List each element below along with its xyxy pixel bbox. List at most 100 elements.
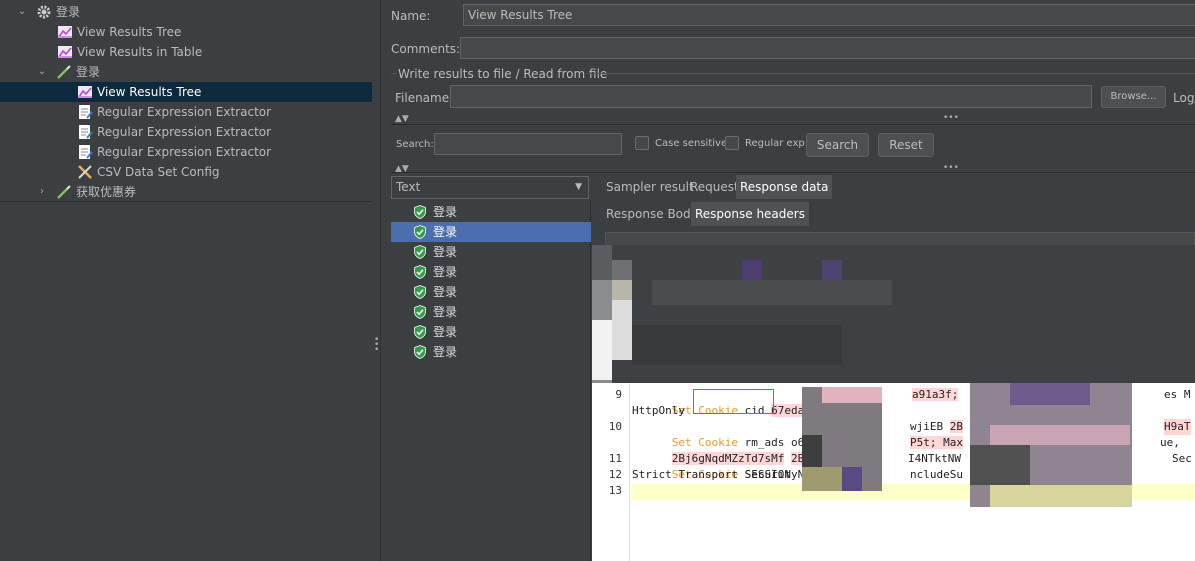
line-number: 10 [608, 420, 622, 433]
browse-button[interactable]: Browse... [1101, 86, 1166, 108]
sample-result-item[interactable]: 登录 [391, 262, 591, 282]
redacted-block [842, 467, 862, 491]
renderer-select[interactable]: Text ▼ [391, 176, 589, 199]
code-text: ue, [1160, 436, 1180, 449]
tab-response-headers[interactable]: Response headers [691, 202, 809, 226]
filename-label: Filename [395, 91, 450, 105]
sample-result-label: 登录 [433, 225, 458, 239]
divider [391, 172, 1195, 173]
name-label: Name: [391, 9, 431, 23]
tree-node-sampler-login[interactable]: 登录 [56, 62, 100, 82]
search-input[interactable] [434, 133, 622, 155]
chevron-right-icon[interactable]: › [36, 182, 48, 202]
line-number: 11 [608, 452, 622, 465]
tree-node-regex-extractor[interactable]: Regular Expression Extractor [77, 102, 271, 122]
redacted-region [592, 245, 1195, 383]
tree-node-label: View Results in Table [77, 45, 203, 59]
pipette-icon [57, 64, 71, 79]
tab-response-body[interactable]: Response Body [602, 202, 702, 226]
tree-node-view-results-tree-selected[interactable]: View Results Tree [77, 82, 201, 102]
code-text: I4NTktNW [908, 452, 961, 465]
chart-icon [58, 45, 72, 58]
filename-field[interactable] [450, 85, 1092, 108]
csdn-watermark: CSDN @不知名的吴先森 [967, 534, 1169, 555]
tab-request[interactable]: Request [686, 175, 743, 199]
regular-exp-checkbox[interactable] [725, 136, 739, 150]
fieldset-border [391, 73, 397, 74]
sample-result-item[interactable]: 登录 [391, 302, 591, 322]
tools-icon [78, 164, 92, 179]
sample-result-label: 登录 [433, 245, 458, 259]
reset-button[interactable]: Reset [878, 133, 934, 157]
tree-node-label: 登录 [56, 5, 81, 19]
sample-results-list[interactable]: 登录 登录 登录 登录 登录 登录 登录 登录 [391, 200, 591, 561]
search-button[interactable]: Search [806, 133, 869, 157]
code-text: P5t; Max [910, 435, 963, 451]
sample-result-label: 登录 [433, 325, 458, 339]
drag-handle-icon: • • • [374, 335, 380, 355]
success-shield-icon [414, 325, 426, 339]
sample-result-item[interactable]: 登录 [391, 202, 591, 222]
comments-label: Comments: [391, 42, 461, 56]
gear-icon [37, 5, 51, 18]
document-icon [79, 104, 93, 119]
line-number: 12 [608, 468, 622, 481]
highlighted-match: H9aT [1164, 419, 1191, 435]
comments-field[interactable] [460, 37, 1195, 59]
sample-result-item[interactable]: 登录 [391, 322, 591, 342]
collapse-arrows-icon[interactable]: ▲▼ [395, 114, 409, 124]
tree-node-view-results-table[interactable]: View Results in Table [57, 42, 202, 62]
chevron-down-icon[interactable]: ⌄ [16, 2, 28, 22]
tree-node-label: Regular Expression Extractor [97, 105, 272, 119]
chart-icon [78, 85, 92, 98]
fieldset-border [586, 73, 1195, 74]
tree-node-regex-extractor[interactable]: Regular Expression Extractor [77, 122, 271, 142]
tab-sampler-result[interactable]: Sampler result [602, 175, 698, 199]
tree-node-view-results-tree[interactable]: View Results Tree [57, 22, 181, 42]
tree-node-label: Regular Expression Extractor [97, 145, 272, 159]
redacted-block [990, 425, 1130, 445]
test-plan-tree: ⌄ 登录 View Results Tree View Results in T… [0, 0, 372, 202]
chevron-down-icon[interactable]: ⌄ [36, 62, 48, 82]
sample-result-item[interactable]: 登录 [391, 342, 591, 362]
success-shield-icon [414, 205, 426, 219]
pipette-icon [57, 184, 71, 199]
case-sensitive-checkbox[interactable] [635, 136, 649, 150]
case-sensitive-label: Case sensitive [655, 138, 728, 149]
tree-node-label: Regular Expression Extractor [97, 125, 272, 139]
code-text: ncludeSu [910, 468, 963, 481]
sample-result-item[interactable]: 登录 [391, 282, 591, 302]
tree-node-csv-data-set[interactable]: CSV Data Set Config [77, 162, 220, 182]
sample-result-label: 登录 [433, 285, 458, 299]
document-icon [79, 124, 93, 139]
code-text: wjiEB 2B [910, 419, 963, 435]
highlighted-match: P5t; Max [910, 436, 963, 449]
code-line: Strict Transport Security max [632, 468, 831, 481]
sample-result-label: 登录 [433, 305, 458, 319]
tab-response-data[interactable]: Response data [736, 175, 833, 199]
name-field[interactable]: View Results Tree [463, 4, 1195, 26]
vertical-splitter[interactable]: • • • [372, 0, 380, 561]
redacted-block [822, 387, 882, 403]
log-label: Log/ [1173, 91, 1195, 105]
redacted-block [990, 485, 1132, 507]
sample-result-item[interactable]: 登录 [391, 222, 591, 242]
tree-node-thread-group[interactable]: 登录 [36, 2, 80, 22]
highlighted-match: a91a3f; [912, 388, 959, 401]
redacted-block [1010, 383, 1090, 405]
renderer-selected-value: Text [396, 180, 421, 194]
code-text: a91a3f; [912, 387, 959, 403]
sample-result-label: 登录 [433, 205, 458, 219]
success-shield-icon [414, 345, 426, 359]
sample-result-item[interactable]: 登录 [391, 242, 591, 262]
tree-empty-area [0, 202, 372, 561]
chevron-down-icon: ▼ [575, 182, 582, 192]
tree-node-sampler-coupon[interactable]: 获取优惠券 [56, 182, 136, 202]
regular-exp-label: Regular exp. [745, 138, 808, 149]
tree-node-label: View Results Tree [97, 85, 202, 99]
sample-result-label: 登录 [433, 345, 458, 359]
search-label: Search: [396, 139, 434, 150]
drag-handle-icon[interactable]: ••• [943, 113, 959, 123]
redacted-block [802, 467, 842, 491]
tree-node-regex-extractor[interactable]: Regular Expression Extractor [77, 142, 271, 162]
